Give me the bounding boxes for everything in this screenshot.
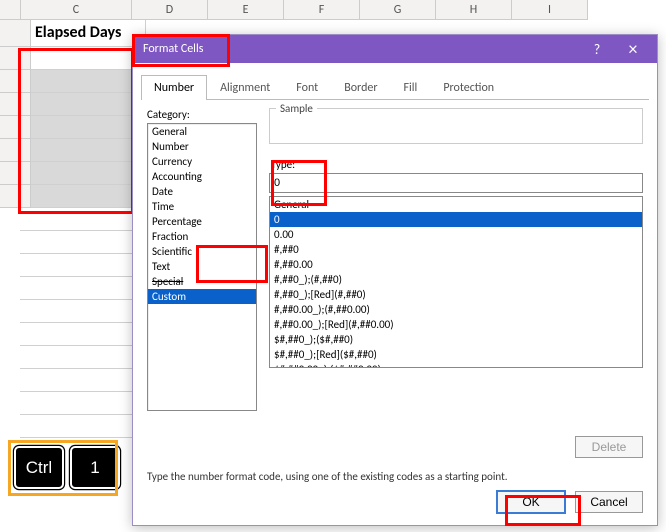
dialog-footer: OK Cancel: [497, 491, 643, 513]
format-item[interactable]: #,##0.00_);(#,##0.00): [270, 302, 642, 317]
col-header[interactable]: H: [436, 0, 512, 20]
col-header[interactable]: D: [132, 0, 208, 20]
delete-button[interactable]: Delete: [575, 436, 643, 458]
cell[interactable]: [20, 323, 135, 346]
category-percentage[interactable]: Percentage: [148, 214, 256, 229]
cell[interactable]: [31, 139, 146, 162]
tab-fill[interactable]: Fill: [391, 75, 431, 100]
type-label: Type:: [271, 158, 643, 171]
col-header[interactable]: I: [512, 0, 588, 20]
format-item[interactable]: #,##0: [270, 242, 642, 257]
shortcut-keys: Ctrl 1: [14, 446, 120, 489]
format-item[interactable]: #,##0.00: [270, 257, 642, 272]
format-item[interactable]: #,##0_);(#,##0): [270, 272, 642, 287]
category-text[interactable]: Text: [148, 259, 256, 274]
cell[interactable]: [20, 346, 135, 369]
column-headers-right: D E F G H I: [132, 0, 666, 20]
hint-text: Type the number format code, using one o…: [133, 458, 657, 495]
cell[interactable]: [20, 254, 135, 277]
key-ctrl: Ctrl: [14, 446, 64, 489]
header-elapsed-days[interactable]: Elapsed Days: [31, 20, 146, 47]
cell[interactable]: [20, 415, 135, 438]
format-item[interactable]: 0.00: [270, 227, 642, 242]
close-button[interactable]: ×: [615, 38, 651, 60]
cell[interactable]: [20, 300, 135, 323]
format-item[interactable]: 0: [270, 212, 642, 227]
cell[interactable]: [31, 47, 146, 70]
sample-box: Sample: [269, 108, 643, 144]
format-item[interactable]: $#,##0.00_);($#,##0.00): [270, 362, 642, 368]
key-1: 1: [70, 446, 120, 489]
tab-alignment[interactable]: Alignment: [207, 75, 283, 100]
cell[interactable]: [31, 70, 146, 93]
format-list[interactable]: General 0 0.00 #,##0 #,##0.00 #,##0_);(#…: [269, 196, 643, 368]
category-custom[interactable]: Custom: [148, 289, 256, 304]
cell[interactable]: [20, 231, 135, 254]
format-item[interactable]: #,##0.00_);[Red](#,##0.00): [270, 317, 642, 332]
category-label: Category:: [147, 108, 257, 121]
tab-protection[interactable]: Protection: [430, 75, 507, 100]
format-item[interactable]: $#,##0_);[Red]($#,##0): [270, 347, 642, 362]
cell[interactable]: [31, 93, 146, 116]
category-list[interactable]: General Number Currency Accounting Date …: [147, 123, 257, 411]
category-date[interactable]: Date: [148, 184, 256, 199]
category-time[interactable]: Time: [148, 199, 256, 214]
type-input[interactable]: [269, 173, 643, 193]
dialog-title: Format Cells: [143, 42, 203, 56]
format-cells-dialog: Format Cells ? × Number Alignment Font B…: [132, 34, 658, 526]
format-item[interactable]: $#,##0_);($#,##0): [270, 332, 642, 347]
col-header-gutter: [0, 0, 21, 20]
cancel-button[interactable]: Cancel: [575, 491, 643, 513]
cell[interactable]: [31, 185, 146, 208]
help-button[interactable]: ?: [579, 41, 615, 58]
col-header[interactable]: E: [208, 0, 284, 20]
category-general[interactable]: General: [148, 124, 256, 139]
dialog-titlebar[interactable]: Format Cells ? ×: [133, 35, 657, 63]
tabstrip: Number Alignment Font Border Fill Protec…: [141, 75, 649, 100]
tab-border[interactable]: Border: [331, 75, 390, 100]
tab-number[interactable]: Number: [141, 75, 207, 100]
cell[interactable]: [31, 162, 146, 185]
sample-label: Sample: [276, 102, 317, 115]
tab-font[interactable]: Font: [283, 75, 331, 100]
format-item[interactable]: General: [270, 197, 642, 212]
cell[interactable]: [20, 392, 135, 415]
category-scientific[interactable]: Scientific: [148, 244, 256, 259]
category-special[interactable]: Special: [148, 274, 256, 289]
ok-button[interactable]: OK: [497, 491, 565, 513]
category-currency[interactable]: Currency: [148, 154, 256, 169]
col-header[interactable]: F: [284, 0, 360, 20]
category-accounting[interactable]: Accounting: [148, 169, 256, 184]
format-item[interactable]: #,##0_);[Red](#,##0): [270, 287, 642, 302]
cell[interactable]: [20, 208, 135, 231]
category-fraction[interactable]: Fraction: [148, 229, 256, 244]
cell[interactable]: [31, 116, 146, 139]
col-header-c[interactable]: C: [21, 0, 132, 20]
cell[interactable]: [20, 369, 135, 392]
category-number[interactable]: Number: [148, 139, 256, 154]
cell[interactable]: [20, 277, 135, 300]
col-header[interactable]: G: [360, 0, 436, 20]
